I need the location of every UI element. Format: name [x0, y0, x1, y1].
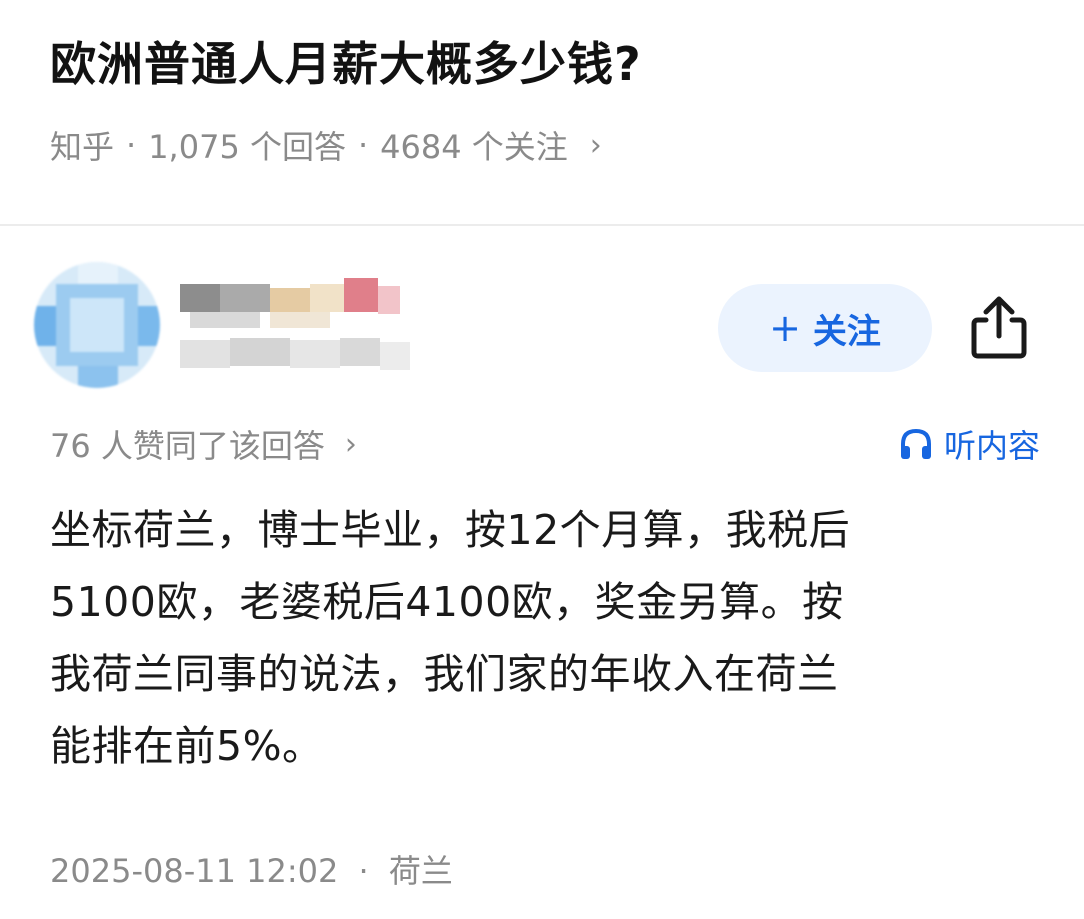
chevron-right-icon: › — [589, 127, 602, 163]
share-icon[interactable] — [966, 292, 1032, 362]
source-label: 知乎 — [50, 128, 115, 166]
plus-icon: + — [769, 306, 801, 350]
avatar[interactable] — [34, 262, 160, 388]
answer-line: 5100欧，老婆税后4100欧，奖金另算。按 — [50, 578, 844, 626]
answer-line: 坐标荷兰，博士毕业，按12个月算，我税后 — [50, 506, 851, 554]
listen-label: 听内容 — [943, 427, 1040, 465]
author-name-blurred[interactable] — [180, 274, 410, 334]
answer-footer-meta: 2025-08-11 12:02 · 荷兰 — [50, 846, 453, 892]
answer-timestamp: 2025-08-11 12:02 — [50, 852, 339, 890]
meta-separator: · — [358, 852, 369, 890]
vote-row: 76 人赞同了该回答 › 听内容 — [50, 418, 1040, 470]
answer-line: 能排在前5%。 — [50, 722, 324, 770]
upvote-summary[interactable]: 76 人赞同了该回答 › — [50, 421, 357, 467]
headphones-icon — [900, 428, 931, 459]
author-row: + 关注 — [0, 250, 1084, 400]
section-divider — [0, 224, 1084, 226]
answer-location: 荷兰 — [388, 852, 453, 890]
author-bio-blurred — [180, 338, 440, 374]
upvote-text: 76 人赞同了该回答 — [50, 427, 325, 465]
chevron-right-icon: › — [344, 426, 357, 462]
meta-separator: · — [126, 126, 137, 164]
follow-button[interactable]: + 关注 — [718, 284, 932, 372]
listen-button[interactable]: 听内容 — [898, 421, 1040, 467]
question-header: 欧洲普通人月薪大概多少钱? 知乎 · 1,075 个回答 · 4684 个关注 … — [0, 0, 1084, 224]
meta-separator: · — [357, 126, 369, 164]
answer-line: 我荷兰同事的说法，我们家的年收入在荷兰 — [50, 650, 839, 698]
answer-body[interactable]: 坐标荷兰，博士毕业，按12个月算，我税后 5100欧，老婆税后4100欧，奖金另… — [50, 494, 1040, 782]
question-title[interactable]: 欧洲普通人月薪大概多少钱? — [50, 28, 642, 94]
answers-count: 1,075 个回答 — [148, 128, 346, 166]
share-icon-svg — [971, 296, 1027, 359]
followers-count: 4684 个关注 — [380, 128, 568, 166]
follow-label: 关注 — [812, 311, 881, 352]
question-meta[interactable]: 知乎 · 1,075 个回答 · 4684 个关注 › — [50, 122, 602, 168]
